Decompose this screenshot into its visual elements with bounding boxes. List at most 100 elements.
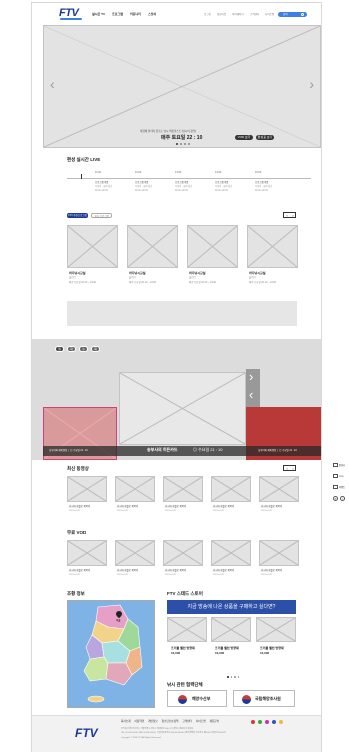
day-tab-thu[interactable]: 목 xyxy=(91,346,100,352)
recommend-card[interactable]: 바다낚시교실 출연진 매주 토요일 22:10 ~ 23:00 xyxy=(127,225,178,293)
hero-next-arrow[interactable]: › xyxy=(309,76,314,92)
util-cs[interactable]: 고객센터 xyxy=(250,13,259,17)
image-placeholder-icon xyxy=(260,477,298,501)
vod-card[interactable]: 낚싯대 카를로 제목이 2023.00.00 xyxy=(115,540,155,586)
schedule-next-strip[interactable]: › ‹ xyxy=(246,369,260,407)
hero-air-time: 매주 토요일 22 : 10 xyxy=(161,135,203,141)
nav-program[interactable]: 프로그램 xyxy=(112,12,123,16)
footer-logo[interactable]: FTV xyxy=(75,726,98,740)
nav-store[interactable]: 스토어 xyxy=(148,12,156,16)
store-item[interactable]: 프리폴 밸런 방향재 10,000 xyxy=(167,617,207,659)
hero-prev-arrow[interactable]: ‹ xyxy=(50,76,55,92)
day-tab-tue[interactable]: 화 xyxy=(67,346,76,352)
vod-card[interactable]: 낚싯대 카를로 제목이 2023.00.00 xyxy=(67,540,107,586)
util-mypage[interactable]: 마이페이지 xyxy=(232,13,244,17)
chevron-right-icon[interactable]: › xyxy=(249,370,253,383)
recommend-card[interactable]: 바다낚시교실 출연진 매주 토요일 22:10 ~ 23:00 xyxy=(187,225,238,293)
footer-link[interactable]: 이용약관 xyxy=(135,720,145,724)
image-placeholder-icon xyxy=(248,226,297,267)
timeline-line xyxy=(67,178,311,179)
vod-card[interactable]: 낚싯대 카를로 제목이 2023.00.00 xyxy=(163,540,203,586)
search-box[interactable]: 검색 xyxy=(278,12,307,17)
util-join[interactable]: 회원가입 xyxy=(217,13,226,17)
quick-item[interactable]: 편성표 xyxy=(332,461,348,471)
top-button[interactable]: ? xyxy=(333,496,338,501)
util-sitemap[interactable]: 사이트맵 xyxy=(265,13,274,17)
live-item[interactable]: 프로그램 이름 부제목 ∙ 회차 정보 00:00~00:00 xyxy=(255,181,272,193)
scroll-top-icon[interactable]: ↑ xyxy=(340,496,345,501)
image-placeholder-icon xyxy=(168,618,206,641)
thumbnail xyxy=(115,540,155,566)
live-item[interactable]: 프로그램 이름 부제목 ∙ 회차 정보 00:00~00:00 xyxy=(135,181,152,193)
korea-map[interactable]: 서울 xyxy=(67,600,155,708)
card-time: 매주 토요일 22:10 ~ 23:00 xyxy=(249,281,277,284)
facebook-icon[interactable] xyxy=(272,720,276,724)
instagram-icon[interactable] xyxy=(265,720,269,724)
chevron-left-icon[interactable]: ‹ xyxy=(249,388,253,401)
store-item[interactable]: 프리폴 밸런 방향재 10,000 xyxy=(256,617,296,659)
org-link-khoa[interactable]: 국립해양조사원 xyxy=(233,690,295,707)
item-name: 프리폴 밸런 방향재 xyxy=(215,646,239,650)
vod-card[interactable]: 낚싯대 카를로 제목이 2023.00.00 xyxy=(211,540,251,586)
chevron-right-icon[interactable]: › xyxy=(290,213,296,218)
hero-pagination[interactable] xyxy=(176,143,190,145)
vod-date: 2023.00.00 xyxy=(213,574,224,576)
schedule-right-caption: 실루어의 해외원정 │ ◎ 수요일 21 : 10 xyxy=(258,449,297,452)
store-banner[interactable]: 지금 방송에 나온 상품을 구매하고 싶다면? xyxy=(167,600,296,614)
nav-live-tv[interactable]: 실시간 TV xyxy=(92,12,105,16)
nav-community[interactable]: 커뮤니티 xyxy=(130,12,141,16)
schedule-center-image[interactable] xyxy=(119,372,246,445)
footer-link[interactable]: 청소년보호정책 xyxy=(162,720,179,724)
free-vod-title: 무료 VOD xyxy=(67,530,87,535)
day-tab-mon[interactable]: 월 xyxy=(55,346,64,352)
day-tab-wed[interactable]: 수 xyxy=(79,346,88,352)
kakao-icon[interactable] xyxy=(279,720,283,724)
hero-banner[interactable]: ‹ › 바람에 날리며 꿈꾸는 낚시 버킷리스트 [낚시의 정석] 매주 토요일… xyxy=(43,25,321,148)
thumbnail xyxy=(211,476,251,502)
image-placeholder-icon xyxy=(260,541,298,565)
footer-link[interactable]: 회사소개 xyxy=(121,720,131,724)
recommend-card[interactable]: 바다낚시교실 출연진 매주 토요일 22:10 ~ 23:00 xyxy=(67,225,118,293)
live-item[interactable]: 프로그램 이름 부제목 ∙ 회차 정보 00:00~00:00 xyxy=(175,181,192,193)
blog-icon[interactable] xyxy=(258,720,262,724)
latest-slider-nav[interactable]: ‹ › xyxy=(283,465,296,471)
footer-copyright: Copyright © 2023 FTV All Rights Reserved… xyxy=(121,737,161,739)
card-title: 바다낚시교실 xyxy=(189,271,206,275)
recommend-slider-nav[interactable]: ‹ › xyxy=(283,212,296,218)
video-card[interactable]: 낚싯대 카를로 제목이 2023.00.00 xyxy=(211,476,251,522)
hero-replay-button[interactable]: 편성표 보기 xyxy=(256,135,274,140)
video-card[interactable]: 낚싯대 카를로 제목이 2023.00.00 xyxy=(259,476,299,522)
org-link-mof[interactable]: 해양수산부 xyxy=(167,690,227,707)
ad-banner[interactable] xyxy=(67,301,297,326)
search-icon xyxy=(301,13,304,16)
org-name: 국립해양조사원 xyxy=(255,696,281,701)
chevron-right-icon[interactable]: › xyxy=(290,466,296,471)
tab-popular[interactable]: 인기 프로그램 xyxy=(91,213,112,218)
time-15: 15:00 xyxy=(255,171,262,174)
util-login[interactable]: 로그인 xyxy=(204,13,211,17)
footer-link[interactable]: 사이트맵 xyxy=(196,720,206,724)
time-12: 12:00 xyxy=(135,171,142,174)
youtube-icon[interactable] xyxy=(251,720,255,724)
live-item[interactable]: 프로그램 이름 부제목 ∙ 회차 정보 00:00~00:00 xyxy=(215,181,232,193)
video-card[interactable]: 낚싯대 카를로 제목이 2023.00.00 xyxy=(115,476,155,522)
recommend-card[interactable]: 바다낚시교실 출연진 매주 토요일 22:10 ~ 23:00 xyxy=(247,225,298,293)
image-placeholder-icon xyxy=(128,226,177,267)
footer-link[interactable]: 고객센터 xyxy=(182,720,192,724)
footer-link[interactable]: 개인정보 xyxy=(148,720,158,724)
store-item[interactable]: 프리폴 밸런 방향재 10,000 xyxy=(211,617,251,659)
thumbnail xyxy=(67,540,107,566)
video-date: 2023.00.00 xyxy=(261,510,272,512)
quick-item[interactable]: VOD xyxy=(332,472,348,482)
store-pagination[interactable] xyxy=(227,676,240,678)
footer-link[interactable]: 제휴문의 xyxy=(209,720,219,724)
hero-vod-button[interactable]: VOD 보기 xyxy=(235,135,253,140)
vod-card[interactable]: 낚싯대 카를로 제목이 2023.00.00 xyxy=(259,540,299,586)
item-price: 10,000 xyxy=(215,651,225,655)
video-card[interactable]: 낚싯대 카를로 제목이 2023.00.00 xyxy=(67,476,107,522)
video-card[interactable]: 낚싯대 카를로 제목이 2023.00.00 xyxy=(163,476,203,522)
live-item[interactable]: 프로그램 이름 부제목 ∙ 회차 정보 00:00~00:00 xyxy=(95,181,112,193)
thumbnail xyxy=(211,617,251,642)
tab-recommend[interactable]: FTV 추천프로그램 xyxy=(67,213,88,218)
quick-item[interactable]: 이벤트 xyxy=(332,483,348,493)
